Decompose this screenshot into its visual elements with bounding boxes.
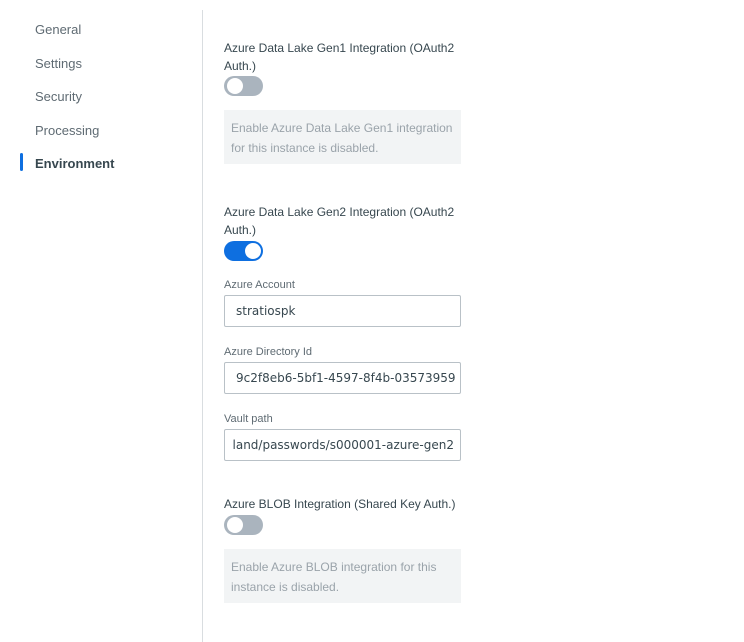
vault-path-value: land/passwords/s000001-azure-gen2 — [232, 438, 455, 452]
vault-path-label: Vault path — [224, 413, 273, 425]
sidebar-item-security[interactable]: Security — [35, 87, 82, 107]
gen1-title: Azure Data Lake Gen1 Integration (OAuth2… — [224, 41, 455, 73]
sidebar-item-settings[interactable]: Settings — [35, 54, 82, 74]
azure-directory-input[interactable]: 9c2f8eb6-5bf1-4597-8f4b-03573959 — [224, 362, 461, 394]
sidebar-item-environment[interactable]: Environment — [35, 154, 114, 174]
sidebar-divider — [202, 10, 203, 642]
toggle-knob — [227, 517, 243, 533]
azure-account-input[interactable]: stratiospk — [224, 295, 461, 327]
sidebar-item-general[interactable]: General — [35, 20, 81, 40]
vault-path-input[interactable]: land/passwords/s000001-azure-gen2 — [224, 429, 461, 461]
gen2-toggle[interactable] — [224, 241, 263, 261]
gen1-toggle[interactable] — [224, 76, 263, 96]
active-indicator — [20, 153, 23, 171]
blob-title: Azure BLOB Integration (Shared Key Auth.… — [224, 497, 456, 511]
toggle-knob — [245, 243, 261, 259]
sidebar-item-processing[interactable]: Processing — [35, 121, 99, 141]
sidebar: General Settings Security Processing Env… — [0, 0, 202, 642]
azure-directory-value: 9c2f8eb6-5bf1-4597-8f4b-03573959 — [236, 371, 456, 385]
azure-account-label: Azure Account — [224, 279, 295, 291]
azure-directory-label: Azure Directory Id — [224, 346, 313, 358]
gen1-info-box: Enable Azure Data Lake Gen1 integration … — [224, 110, 461, 164]
blob-info-box: Enable Azure BLOB integration for this i… — [224, 549, 461, 603]
azure-account-value: stratiospk — [236, 304, 296, 318]
gen2-title: Azure Data Lake Gen2 Integration (OAuth2… — [224, 205, 455, 237]
blob-toggle[interactable] — [224, 515, 263, 535]
toggle-knob — [227, 78, 243, 94]
